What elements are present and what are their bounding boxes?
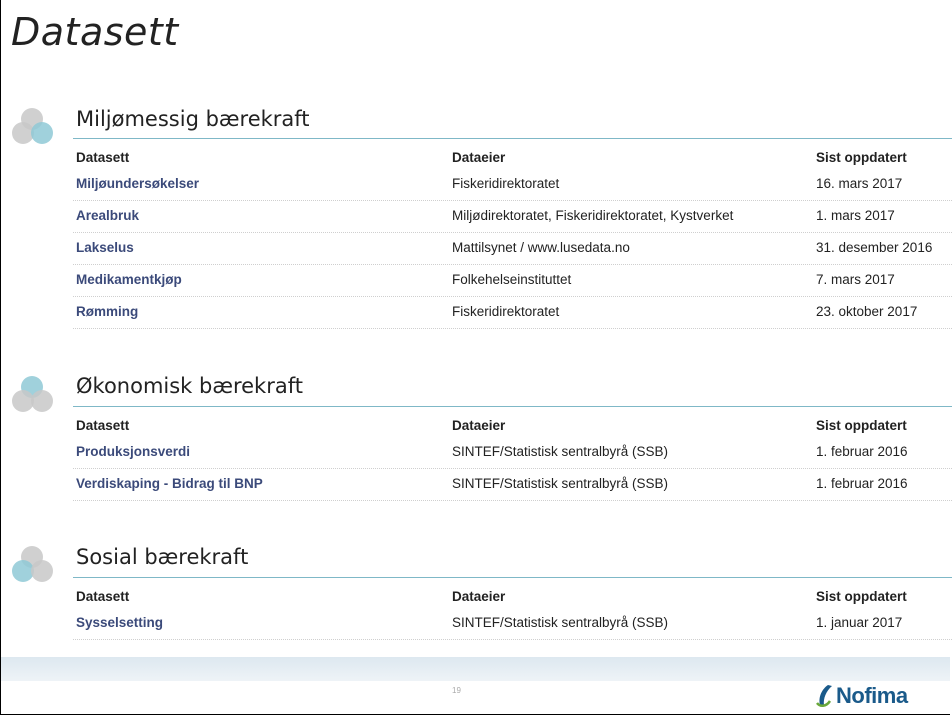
section-divider [73, 138, 952, 139]
dataset-updated: 23. oktober 2017 [816, 304, 918, 319]
dataset-owner: SINTEF/Statistisk sentralbyrå (SSB) [452, 615, 669, 630]
table-row: Produksjonsverdi SINTEF/Statistisk sentr… [73, 437, 952, 469]
table-row: Medikamentkjøp Folkehelseinstituttet 7. … [73, 265, 952, 297]
dataset-updated: 1. mars 2017 [816, 208, 895, 223]
section-divider [73, 406, 952, 407]
dataset-updated: 7. mars 2017 [816, 272, 895, 287]
dataset-owner: Miljødirektoratet, Fiskeridirektoratet, … [452, 208, 734, 223]
column-header-dataset: Datasett [76, 418, 130, 433]
dataset-owner: SINTEF/Statistisk sentralbyrå (SSB) [452, 476, 669, 491]
dataset-link[interactable]: Medikamentkjøp [76, 272, 182, 287]
section-heading: Sosial bærekraft [76, 545, 249, 569]
page-title: Datasett [11, 10, 179, 54]
table-row: Arealbruk Miljødirektoratet, Fiskeridire… [73, 201, 952, 233]
column-header-owner: Dataeier [452, 418, 506, 433]
section-heading: Økonomisk bærekraft [76, 374, 303, 398]
column-header-updated: Sist oppdatert [816, 589, 907, 604]
column-header-updated: Sist oppdatert [816, 150, 907, 165]
nofima-logo: Nofima [814, 681, 908, 711]
table-row: Sysselsetting SINTEF/Statistisk sentralb… [73, 608, 952, 640]
dataset-link[interactable]: Miljøundersøkelser [76, 176, 199, 191]
dataset-updated: 1. januar 2017 [816, 615, 903, 630]
venn-circles-icon [12, 546, 53, 582]
logo-text: Nofima [836, 683, 908, 708]
column-header-owner: Dataeier [452, 150, 506, 165]
table-row: Rømming Fiskeridirektoratet 23. oktober … [73, 297, 952, 329]
dataset-owner: SINTEF/Statistisk sentralbyrå (SSB) [452, 444, 669, 459]
dataset-link[interactable]: Sysselsetting [76, 615, 163, 630]
table-row: Lakselus Mattilsynet / www.lusedata.no 3… [73, 233, 952, 265]
column-header-dataset: Datasett [76, 150, 130, 165]
dataset-link[interactable]: Produksjonsverdi [76, 444, 190, 459]
dataset-updated: 1. februar 2016 [816, 476, 908, 491]
column-header-owner: Dataeier [452, 589, 506, 604]
dataset-link[interactable]: Lakselus [76, 240, 134, 255]
venn-circles-icon [12, 108, 53, 144]
logo-swoosh-icon [816, 685, 832, 707]
section-heading: Miljømessig bærekraft [76, 107, 310, 131]
page-number: 19 [452, 686, 461, 695]
dataset-updated: 1. februar 2016 [816, 444, 908, 459]
table-row: Miljøundersøkelser Fiskeridirektoratet 1… [73, 169, 952, 201]
footer-band [1, 657, 950, 681]
dataset-owner: Mattilsynet / www.lusedata.no [452, 240, 630, 255]
column-header-updated: Sist oppdatert [816, 418, 907, 433]
dataset-link[interactable]: Verdiskaping - Bidrag til BNP [76, 476, 263, 491]
table-row: Verdiskaping - Bidrag til BNP SINTEF/Sta… [73, 469, 952, 501]
venn-circles-icon [12, 376, 53, 412]
dataset-link[interactable]: Rømming [76, 304, 138, 319]
dataset-updated: 31. desember 2016 [816, 240, 933, 255]
dataset-owner: Fiskeridirektoratet [452, 304, 560, 319]
column-header-dataset: Datasett [76, 589, 130, 604]
section-divider [73, 577, 952, 578]
dataset-updated: 16. mars 2017 [816, 176, 903, 191]
dataset-link[interactable]: Arealbruk [76, 208, 139, 223]
dataset-owner: Folkehelseinstituttet [452, 272, 572, 287]
dataset-owner: Fiskeridirektoratet [452, 176, 560, 191]
